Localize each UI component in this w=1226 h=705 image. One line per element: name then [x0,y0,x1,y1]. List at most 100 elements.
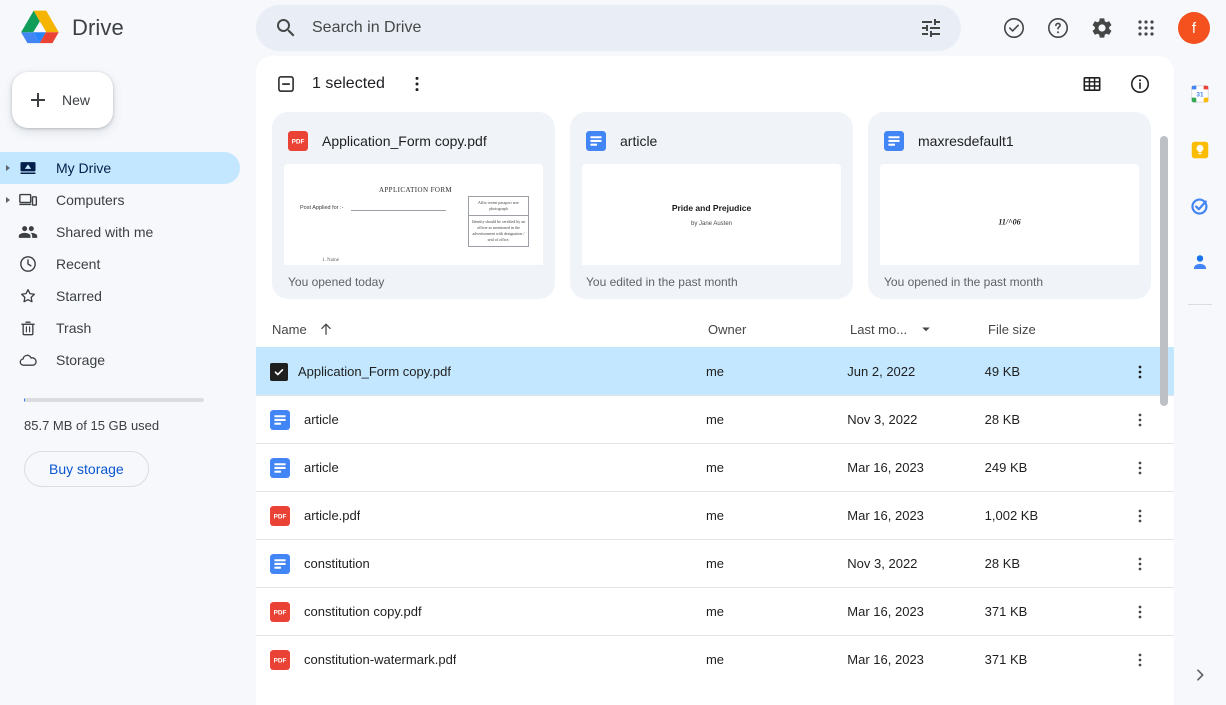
storage-usage-text: 85.7 MB of 15 GB used [24,418,160,433]
activity-button[interactable] [994,8,1034,48]
top-bar: Drive Search in Drive f [0,0,1226,56]
indeterminate-checkbox-icon [278,76,294,92]
preview-heading: APPLICATION FORM [378,186,453,194]
preview-stub-line: 1. Name [322,258,339,263]
table-row[interactable]: Application_Form copy.pdf me Jun 2, 2022… [256,347,1174,395]
info-icon [1130,74,1150,94]
table-row[interactable]: PDF constitution-watermark.pdf me Mar 16… [256,635,1174,683]
tune-icon [922,19,940,37]
row-more-button[interactable] [1124,596,1156,628]
google-calendar-icon: 31 [1191,85,1209,103]
grid-view-button[interactable] [1072,64,1112,104]
storage-progress-fill [24,398,25,402]
select-all-checkbox[interactable] [266,64,306,104]
table-row[interactable]: article me Nov 3, 2022 28 KB [256,395,1174,443]
keep-button[interactable] [1180,130,1220,170]
brand-name: Drive [72,15,124,40]
new-button-label: New [62,92,91,108]
cell-actions [1124,644,1174,676]
row-more-button[interactable] [1124,548,1156,580]
card-thumbnail: 11/^06 [880,164,1139,265]
google-apps-button[interactable] [1126,8,1166,48]
cell-name: PDF constitution copy.pdf [256,601,706,622]
svg-text:PDF: PDF [292,139,305,146]
sidebar-item-recent[interactable]: Recent [0,248,240,280]
sidebar-item-my-drive[interactable]: My Drive [0,152,240,184]
brand[interactable]: Drive [0,10,248,46]
pdf-file-icon: PDF [270,505,290,526]
table-row[interactable]: constitution me Nov 3, 2022 28 KB [256,539,1174,587]
column-header-name[interactable]: Name [256,320,708,338]
sidebar-item-computers[interactable]: Computers [0,184,240,216]
cell-owner: me [705,652,725,667]
side-apps-rail: 31 [1174,56,1226,705]
contacts-button[interactable] [1180,242,1220,282]
card-thumbnail: Pride and Prejudice by Jane Austen [582,164,841,265]
cell-owner: me [705,412,725,427]
google-docs-file-icon [270,553,290,574]
sidebar-item-trash[interactable]: Trash [0,312,240,344]
sort-ascending-icon [320,323,331,335]
sidebar-item-starred[interactable]: Starred [0,280,240,312]
check-circle-icon [1004,18,1024,38]
buy-storage-button[interactable]: Buy storage [24,451,149,487]
search-bar[interactable] [256,5,961,51]
search-input[interactable] [310,18,911,38]
column-header-label: Owner [708,321,747,337]
drive-logo-icon [21,10,59,44]
sidebar-item-shared-with-me[interactable]: Shared with me [0,216,240,248]
tasks-button[interactable] [1180,186,1220,226]
column-header-owner[interactable]: Owner [708,322,850,337]
row-more-button[interactable] [1124,404,1156,436]
suggested-card[interactable]: maxresdefault1 11/^06 You opened in the … [868,112,1151,299]
cell-modified: Mar 16, 2023 [847,460,924,475]
column-header-size[interactable]: File size [988,322,1128,337]
cell-owner: me [705,556,725,571]
help-icon [1048,18,1068,38]
row-more-button[interactable] [1124,452,1156,484]
my-drive-icon [20,162,36,174]
suggested-card[interactable]: PDF Application_Form copy.pdf APPLICATIO… [272,112,555,299]
trash-icon [21,321,35,336]
row-more-button[interactable] [1124,356,1156,388]
sidebar-item-label: My Drive [56,160,112,176]
cell-modified: Mar 16, 2023 [847,652,924,667]
avatar[interactable]: f [1178,12,1210,44]
chevron-right-icon[interactable] [6,197,10,203]
column-header-modified[interactable]: Last mo... [850,320,988,338]
cell-name: PDF article.pdf [256,505,706,526]
row-checkbox[interactable] [270,362,288,381]
settings-button[interactable] [1082,8,1122,48]
computer-icon [19,193,38,206]
new-button[interactable]: New [12,72,113,128]
suggested-files: PDF Application_Form copy.pdf APPLICATIO… [256,112,1174,299]
preview-heading: Pride and Prejudice [671,202,752,213]
more-vert-icon [1138,413,1142,426]
details-info-button[interactable] [1120,64,1160,104]
row-more-button[interactable] [1124,644,1156,676]
card-activity: You edited in the past month [586,275,738,289]
table-row[interactable]: PDF constitution copy.pdf me Mar 16, 202… [256,587,1174,635]
help-button[interactable] [1038,8,1078,48]
calendar-button[interactable]: 31 [1180,74,1220,114]
cloud-icon [19,354,37,366]
suggested-card[interactable]: article Pride and Prejudice by Jane Aust… [570,112,853,299]
main-scrollbar[interactable] [1160,136,1168,406]
table-row[interactable]: PDF article.pdf me Mar 16, 2023 1,002 KB [256,491,1174,539]
sidebar-item-storage[interactable]: Storage [0,344,240,376]
cell-name: Application_Form copy.pdf [256,362,706,381]
row-more-button[interactable] [1124,500,1156,532]
apps-grid-icon [1138,20,1154,36]
selection-more-actions-button[interactable] [397,64,437,104]
storage-section: 85.7 MB of 15 GB used Buy storage [0,398,256,487]
chevron-right-icon[interactable] [6,165,10,171]
preview-photo-box-top: Affix recent passport size photograph [469,197,528,216]
more-vert-icon [1138,653,1142,666]
sidebar-item-label: Computers [56,192,125,208]
search-options-button[interactable] [911,8,951,48]
expand-panel-button[interactable] [1184,659,1216,691]
sidebar-item-label: Recent [56,256,101,272]
table-row[interactable]: article me Mar 16, 2023 249 KB [256,443,1174,491]
cell-size: 1,002 KB [984,508,1039,523]
column-header-label: File size [988,321,1036,337]
